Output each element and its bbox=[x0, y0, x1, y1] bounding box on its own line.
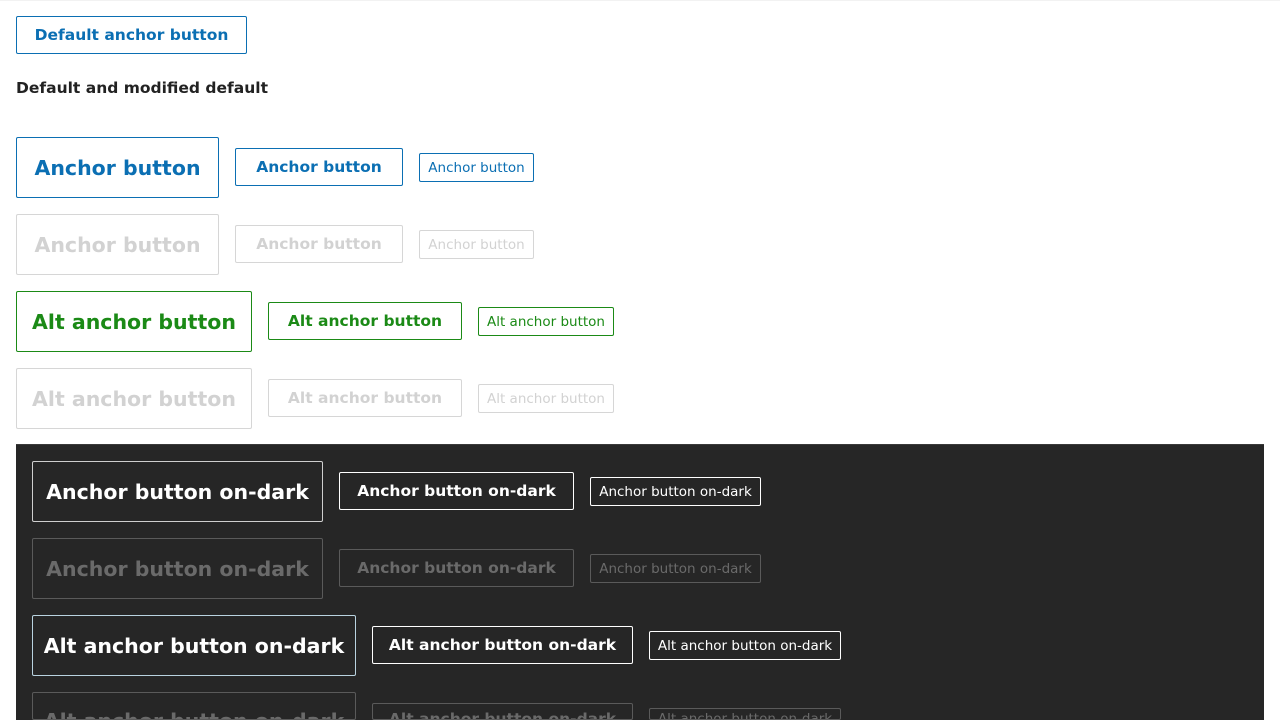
top-divider bbox=[0, 0, 1280, 1]
anchor-button-small-disabled: Anchor button bbox=[419, 230, 534, 259]
anchor-button-on-dark-large[interactable]: Anchor button on-dark bbox=[32, 461, 323, 522]
anchor-button-on-dark-large-disabled: Anchor button on-dark bbox=[32, 538, 323, 599]
default-anchor-button[interactable]: Default anchor button bbox=[16, 16, 247, 54]
anchor-button-large[interactable]: Anchor button bbox=[16, 137, 219, 198]
alt-anchor-button-on-dark-small[interactable]: Alt anchor button on-dark bbox=[649, 631, 841, 660]
alt-anchor-button-on-dark-medium[interactable]: Alt anchor button on-dark bbox=[372, 626, 633, 664]
anchor-button-on-dark-small[interactable]: Anchor button on-dark bbox=[590, 477, 761, 506]
anchor-button-medium[interactable]: Anchor button bbox=[235, 148, 403, 186]
alt-anchor-button-on-dark-large-disabled: Alt anchor button on-dark bbox=[32, 692, 356, 720]
alt-anchor-button-on-dark-small-disabled: Alt anchor button on-dark bbox=[649, 708, 841, 720]
anchor-button-small[interactable]: Anchor button bbox=[419, 153, 534, 182]
anchor-button-on-dark-medium[interactable]: Anchor button on-dark bbox=[339, 472, 574, 510]
alt-anchor-button-medium[interactable]: Alt anchor button bbox=[268, 302, 462, 340]
anchor-button-large-disabled: Anchor button bbox=[16, 214, 219, 275]
button-showcase-page: Default anchor button Default and modifi… bbox=[0, 0, 1280, 720]
alt-anchor-button-large[interactable]: Alt anchor button bbox=[16, 291, 252, 352]
alt-anchor-button-small-disabled: Alt anchor button bbox=[478, 384, 614, 413]
alt-anchor-button-medium-disabled: Alt anchor button bbox=[268, 379, 462, 417]
anchor-button-on-dark-small-disabled: Anchor button on-dark bbox=[590, 554, 761, 583]
section-heading: Default and modified default bbox=[16, 79, 268, 97]
anchor-button-on-dark-medium-disabled: Anchor button on-dark bbox=[339, 549, 574, 587]
alt-anchor-button-large-disabled: Alt anchor button bbox=[16, 368, 252, 429]
alt-anchor-button-on-dark-large[interactable]: Alt anchor button on-dark bbox=[32, 615, 356, 676]
alt-anchor-button-on-dark-medium-disabled: Alt anchor button on-dark bbox=[372, 703, 633, 720]
anchor-button-medium-disabled: Anchor button bbox=[235, 225, 403, 263]
alt-anchor-button-small[interactable]: Alt anchor button bbox=[478, 307, 614, 336]
